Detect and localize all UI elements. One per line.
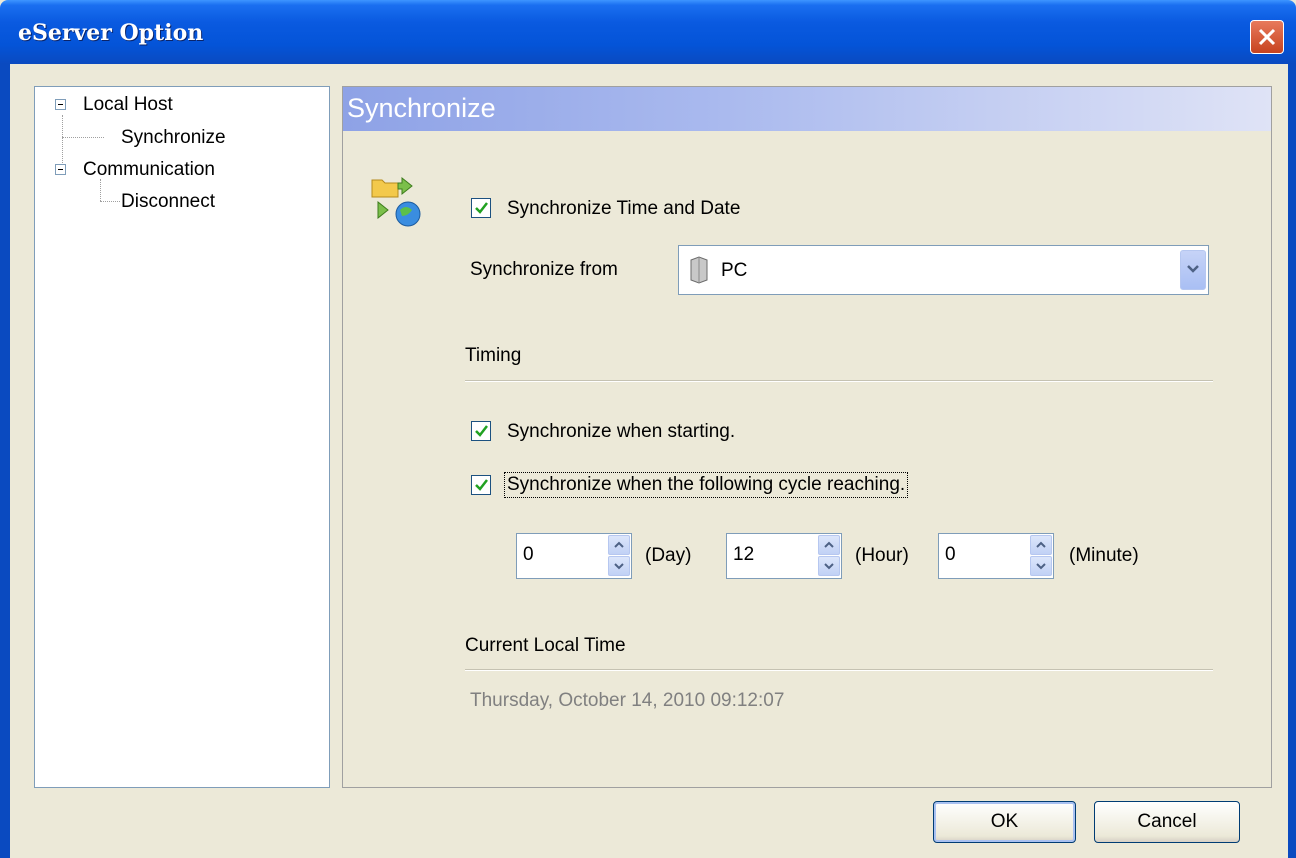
- synchronize-icon: [371, 176, 421, 227]
- sync-cycle-checkbox[interactable]: [471, 475, 491, 495]
- sync-cycle-label[interactable]: Synchronize when the following cycle rea…: [503, 472, 909, 498]
- collapse-icon[interactable]: [55, 164, 66, 175]
- current-time-separator: [465, 669, 1213, 671]
- day-unit-label: (Day): [645, 545, 692, 566]
- navigation-tree[interactable]: Local Host Synchronize Communication Dis…: [34, 86, 330, 788]
- collapse-icon[interactable]: [55, 99, 66, 110]
- title-bar[interactable]: eServer Option: [0, 0, 1296, 64]
- hour-unit-label: (Hour): [855, 545, 909, 566]
- tree-item-disconnect[interactable]: Disconnect: [121, 189, 215, 215]
- minute-increment-button[interactable]: [1030, 535, 1052, 555]
- eserver-option-dialog: eServer Option Local Host Synchronize Co…: [0, 0, 1296, 858]
- sync-when-starting-label[interactable]: Synchronize when starting.: [507, 421, 735, 443]
- tree-item-local-host[interactable]: Local Host: [83, 92, 173, 118]
- sync-from-label: Synchronize from: [470, 259, 618, 280]
- ok-button[interactable]: OK: [933, 801, 1076, 843]
- timing-separator: [465, 380, 1213, 382]
- close-button[interactable]: [1250, 20, 1284, 54]
- tree-connector: [62, 137, 104, 138]
- hour-value[interactable]: 12: [733, 544, 754, 566]
- sync-from-dropdown[interactable]: PC: [678, 245, 1209, 295]
- hour-decrement-button[interactable]: [818, 556, 840, 576]
- minute-unit-label: (Minute): [1069, 545, 1139, 566]
- minute-spinner[interactable]: 0: [938, 533, 1054, 579]
- sync-when-starting-checkbox[interactable]: [471, 421, 491, 441]
- panel-title: Synchronize: [347, 93, 496, 123]
- window-frame-left: [0, 64, 10, 858]
- chevron-up-icon: [614, 541, 624, 548]
- tree-item-communication[interactable]: Communication: [83, 157, 215, 183]
- window-title: eServer Option: [18, 20, 204, 46]
- day-increment-button[interactable]: [608, 535, 630, 555]
- current-time-value: Thursday, October 14, 2010 09:12:07: [470, 690, 785, 711]
- chevron-down-icon: [614, 563, 624, 570]
- tree-connector: [100, 201, 120, 202]
- minute-decrement-button[interactable]: [1030, 556, 1052, 576]
- tree-item-synchronize[interactable]: Synchronize: [121, 125, 226, 151]
- close-icon: [1258, 28, 1276, 46]
- sync-time-date-checkbox[interactable]: [471, 198, 491, 218]
- checkmark-icon: [475, 425, 488, 437]
- minute-value[interactable]: 0: [945, 544, 956, 566]
- window-frame-right: [1288, 64, 1296, 858]
- hour-increment-button[interactable]: [818, 535, 840, 555]
- chevron-down-icon: [1036, 563, 1046, 570]
- current-time-heading: Current Local Time: [465, 635, 626, 656]
- sync-from-value: PC: [721, 260, 748, 281]
- day-value[interactable]: 0: [523, 544, 534, 566]
- chevron-up-icon: [824, 541, 834, 548]
- timing-heading: Timing: [465, 345, 522, 366]
- checkmark-icon: [475, 479, 488, 491]
- chevron-down-icon: [1187, 265, 1199, 273]
- dropdown-button[interactable]: [1180, 250, 1206, 290]
- cancel-button[interactable]: Cancel: [1094, 801, 1240, 843]
- chevron-up-icon: [1036, 541, 1046, 548]
- day-spinner[interactable]: 0: [516, 533, 632, 579]
- hour-spinner[interactable]: 12: [726, 533, 842, 579]
- computer-icon: [690, 256, 708, 284]
- sync-time-date-label[interactable]: Synchronize Time and Date: [507, 198, 740, 220]
- checkmark-icon: [475, 202, 488, 214]
- day-decrement-button[interactable]: [608, 556, 630, 576]
- panel-header: Synchronize: [343, 87, 1271, 131]
- chevron-down-icon: [824, 563, 834, 570]
